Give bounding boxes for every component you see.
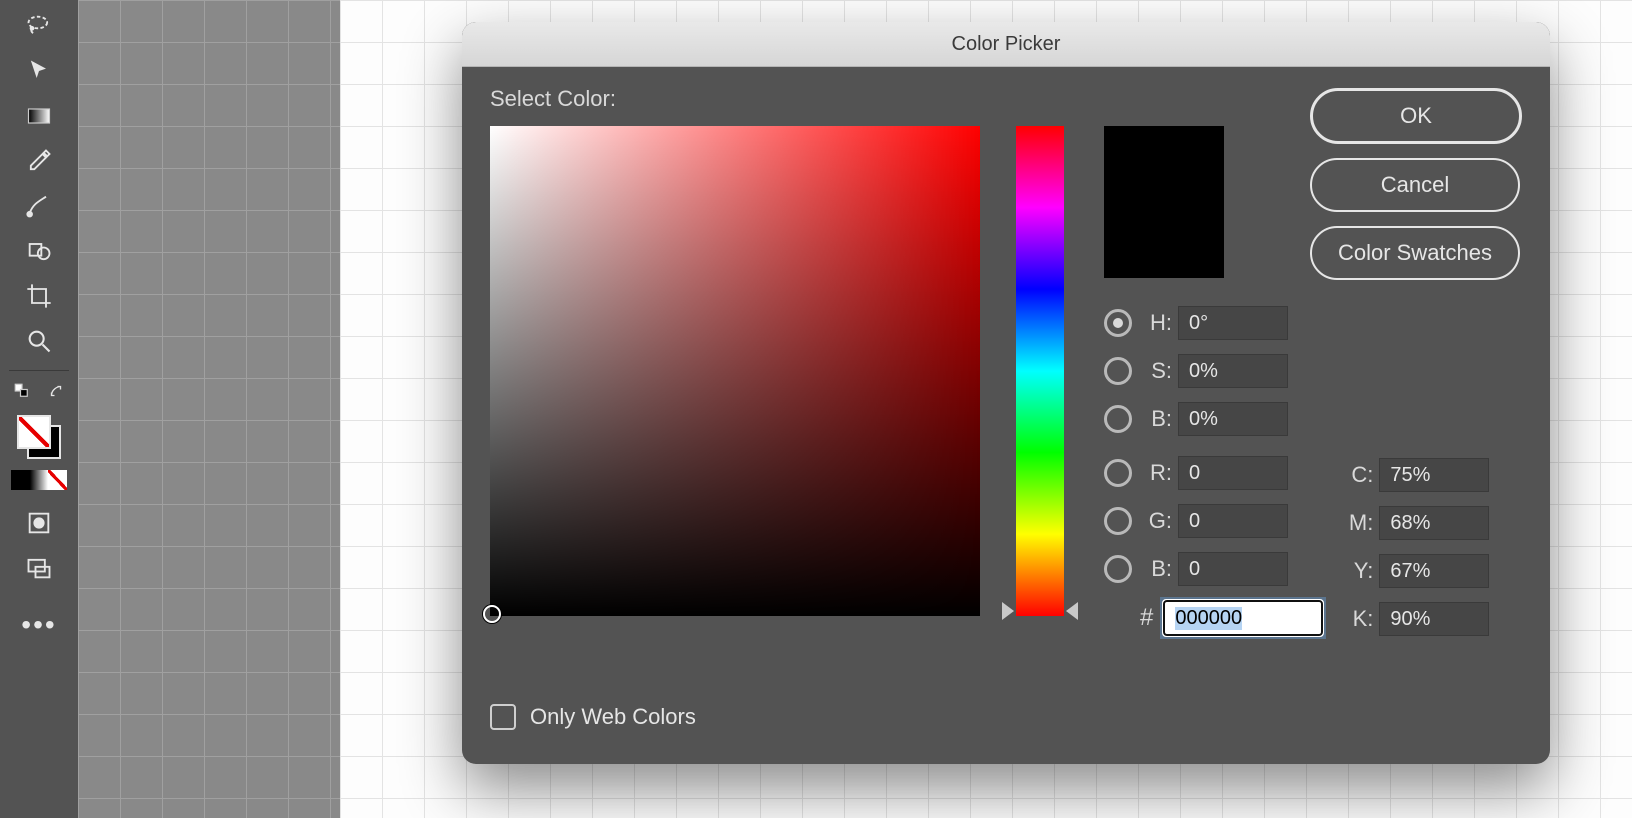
eyedropper-tool[interactable] (14, 139, 64, 183)
saturation-radio[interactable] (1104, 357, 1132, 385)
color-picker-dialog: Color Picker Select Color: H: (462, 22, 1550, 764)
solid-mode-icon[interactable] (11, 470, 30, 490)
blue-radio[interactable] (1104, 555, 1132, 583)
saturation-input[interactable] (1178, 354, 1288, 388)
red-input[interactable] (1178, 456, 1288, 490)
more-tools-button[interactable]: ••• (14, 605, 64, 645)
left-toolbar: ••• (0, 0, 78, 818)
default-colors-icon[interactable] (13, 382, 31, 405)
screenmode-tool[interactable] (14, 546, 64, 590)
toolbar-separator (9, 370, 69, 371)
cyan-input[interactable] (1379, 458, 1489, 492)
cursor-tool[interactable] (14, 49, 64, 93)
swap-colors-icon[interactable] (47, 382, 65, 405)
gradient-mode-icon[interactable] (30, 470, 49, 490)
gradient-tool[interactable] (14, 94, 64, 138)
brush-tool[interactable] (14, 184, 64, 228)
dialog-titlebar[interactable]: Color Picker (462, 22, 1550, 67)
fg-bg-color-tool[interactable] (11, 411, 67, 463)
foreground-color-swatch[interactable] (17, 415, 51, 449)
red-label: R: (1142, 460, 1172, 486)
hue-arrow-right-icon (1066, 602, 1078, 620)
color-swatches-button[interactable]: Color Swatches (1310, 226, 1520, 280)
green-radio[interactable] (1104, 507, 1132, 535)
yellow-label: Y: (1343, 558, 1373, 584)
brightness-label: B: (1142, 406, 1172, 432)
green-label: G: (1142, 508, 1172, 534)
magenta-label: M: (1343, 510, 1373, 536)
saturation-value-field[interactable] (490, 126, 980, 616)
dialog-title: Color Picker (952, 33, 1061, 56)
magenta-input[interactable] (1379, 506, 1489, 540)
black-label: K: (1343, 606, 1373, 632)
quickmask-tool[interactable] (14, 501, 64, 545)
ok-button[interactable]: OK (1310, 88, 1522, 144)
hue-radio[interactable] (1104, 309, 1132, 337)
only-web-colors-checkbox[interactable] (490, 704, 516, 730)
green-input[interactable] (1178, 504, 1288, 538)
yellow-input[interactable] (1379, 554, 1489, 588)
hue-label: H: (1142, 310, 1172, 336)
color-mode-switcher[interactable] (11, 470, 67, 490)
only-web-colors-label: Only Web Colors (530, 704, 696, 730)
hex-label: # (1140, 604, 1153, 632)
saturation-label: S: (1142, 358, 1172, 384)
zoom-tool[interactable] (14, 319, 64, 363)
color-preview (1104, 126, 1224, 278)
red-radio[interactable] (1104, 459, 1132, 487)
none-mode-icon[interactable] (48, 470, 67, 490)
shape-tool[interactable] (14, 229, 64, 273)
black-input[interactable] (1379, 602, 1489, 636)
cancel-button[interactable]: Cancel (1310, 158, 1520, 212)
brightness-radio[interactable] (1104, 405, 1132, 433)
canvas-grey-grid[interactable] (78, 0, 340, 818)
blue-label: B: (1142, 556, 1172, 582)
hue-slider[interactable] (1016, 126, 1064, 616)
sv-cursor-icon[interactable] (483, 605, 501, 623)
hue-input[interactable] (1178, 306, 1288, 340)
hex-input[interactable] (1163, 600, 1323, 636)
crop-tool[interactable] (14, 274, 64, 318)
blue-input[interactable] (1178, 552, 1288, 586)
lasso-tool[interactable] (14, 4, 64, 48)
hue-arrow-left-icon (1002, 602, 1014, 620)
cyan-label: C: (1343, 462, 1373, 488)
brightness-input[interactable] (1178, 402, 1288, 436)
